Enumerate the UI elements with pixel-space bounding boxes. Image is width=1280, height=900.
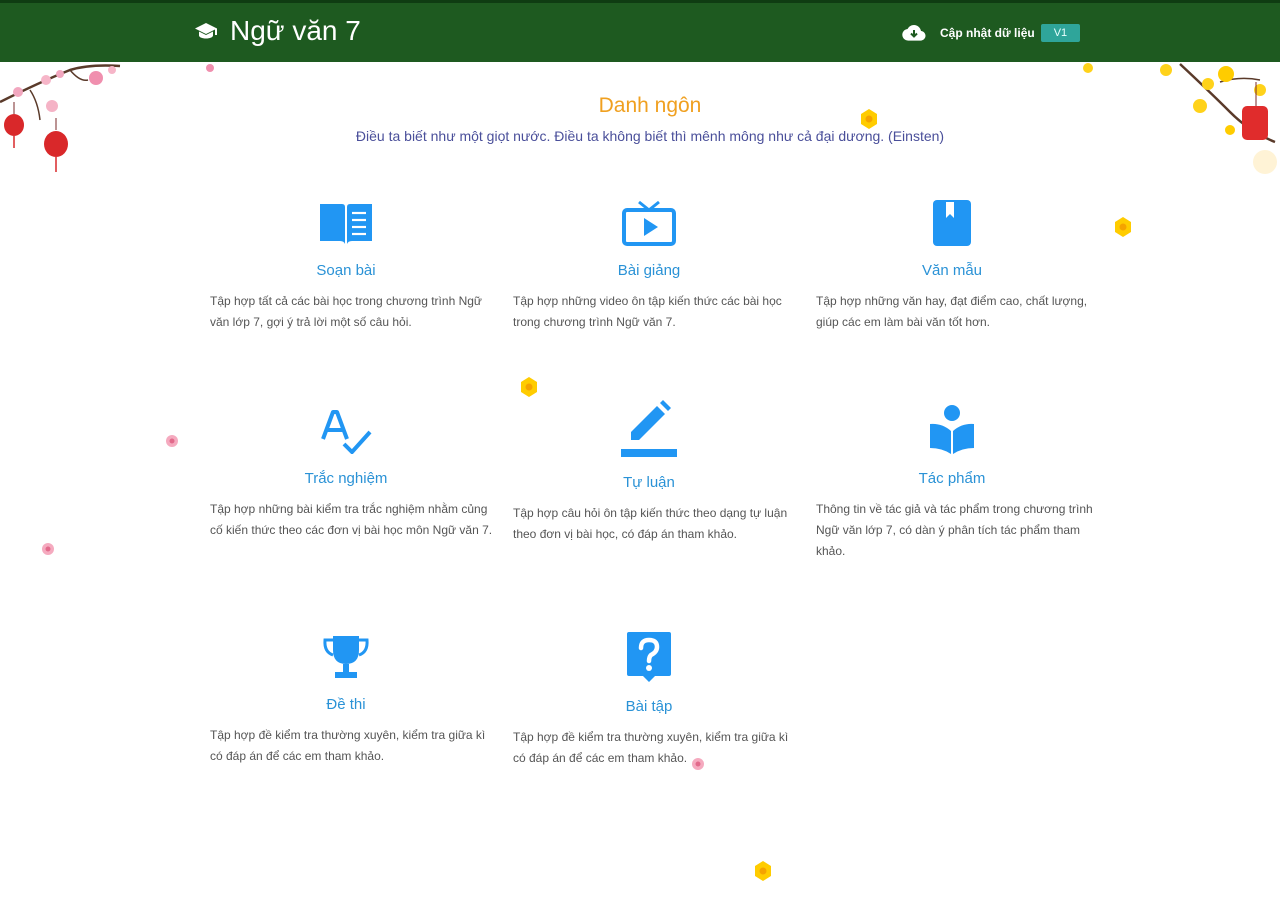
- card-description: Tập hợp đề kiểm tra thường xuyên, kiểm t…: [210, 728, 486, 763]
- spellcheck-icon: [321, 410, 372, 454]
- question-help-icon: [627, 632, 671, 682]
- quote-text: Điều ta biết như một giọt nước. Điều ta …: [355, 128, 945, 144]
- card-description: Tập hợp những video ôn tập kiến thức các…: [513, 294, 782, 329]
- card-description: Tập hợp đề kiểm tra thường xuyên, kiểm t…: [513, 730, 789, 765]
- tv-play-icon: [622, 200, 676, 246]
- card-description: Tập hợp những văn hay, đạt điểm cao, chấ…: [816, 294, 1088, 329]
- card-description: Thông tin về tác giả và tác phẩm trong c…: [816, 502, 1093, 558]
- quote-section: Danh ngôn Điều ta biết như một giọt nước…: [0, 94, 1280, 144]
- bookmark-book-icon: [933, 200, 971, 246]
- reader-book-icon: [930, 405, 974, 454]
- card-soan-bai[interactable]: Soạn bài Tập hợp tất cả các bài học tron…: [201, 200, 491, 333]
- card-bai-giang[interactable]: Bài giảng Tập hợp những video ôn tập kiế…: [504, 200, 794, 333]
- card-title: Tác phẩm: [918, 470, 986, 487]
- cherry-petal-decoration: [166, 435, 178, 447]
- card-de-thi[interactable]: Đề thi Tập hợp đề kiểm tra thường xuyên,…: [201, 634, 491, 767]
- blossom-decoration: [521, 377, 537, 397]
- card-van-mau[interactable]: Văn mẫu Tập hợp những văn hay, đạt điểm …: [807, 200, 1097, 333]
- graduation-cap-icon: [195, 23, 217, 39]
- card-tac-pham[interactable]: Tác phẩm Thông tin về tác giả và tác phẩ…: [807, 404, 1097, 562]
- card-title: Tự luận: [623, 474, 675, 491]
- card-description: Tập hợp những bài kiểm tra trắc nghiệm n…: [210, 502, 493, 537]
- card-title: Bài giảng: [617, 262, 681, 279]
- blossom-decoration: [1115, 217, 1131, 237]
- cloud-download-icon: [902, 25, 926, 41]
- cherry-petal-decoration: [42, 543, 54, 555]
- trophy-icon: [323, 636, 369, 678]
- book-open-icon: [320, 204, 372, 244]
- blossom-decoration: [755, 861, 771, 881]
- top-navbar: Ngữ văn 7 Cập nhật dữ liệu V1: [0, 0, 1280, 62]
- card-title: Soạn bài: [316, 262, 376, 279]
- card-title: Văn mẫu: [921, 262, 983, 279]
- update-data-button[interactable]: Cập nhật dữ liệu V1: [902, 23, 1081, 43]
- version-badge: V1: [1040, 24, 1081, 42]
- card-trac-nghiem[interactable]: Trắc nghiệm Tập hợp những bài kiểm tra t…: [201, 406, 492, 541]
- card-description: Tập hợp tất cả các bài học trong chương …: [210, 294, 482, 329]
- quote-heading: Danh ngôn: [598, 94, 702, 117]
- card-bai-tap[interactable]: Bài tập Tập hợp đề kiểm tra thường xuyên…: [504, 632, 794, 769]
- card-title: Bài tập: [625, 698, 673, 715]
- card-description: Tập hợp câu hỏi ôn tập kiến thức theo dạ…: [513, 506, 788, 541]
- app-title: Ngữ văn 7: [230, 15, 361, 46]
- update-label: Cập nhật dữ liệu: [940, 26, 1035, 40]
- card-title: Trắc nghiệm: [304, 470, 388, 487]
- brand[interactable]: Ngữ văn 7: [194, 15, 361, 47]
- card-tu-luan[interactable]: Tự luận Tập hợp câu hỏi ôn tập kiến thức…: [504, 400, 794, 545]
- pencil-edit-icon: [621, 400, 677, 457]
- card-title: Đề thi: [326, 696, 366, 713]
